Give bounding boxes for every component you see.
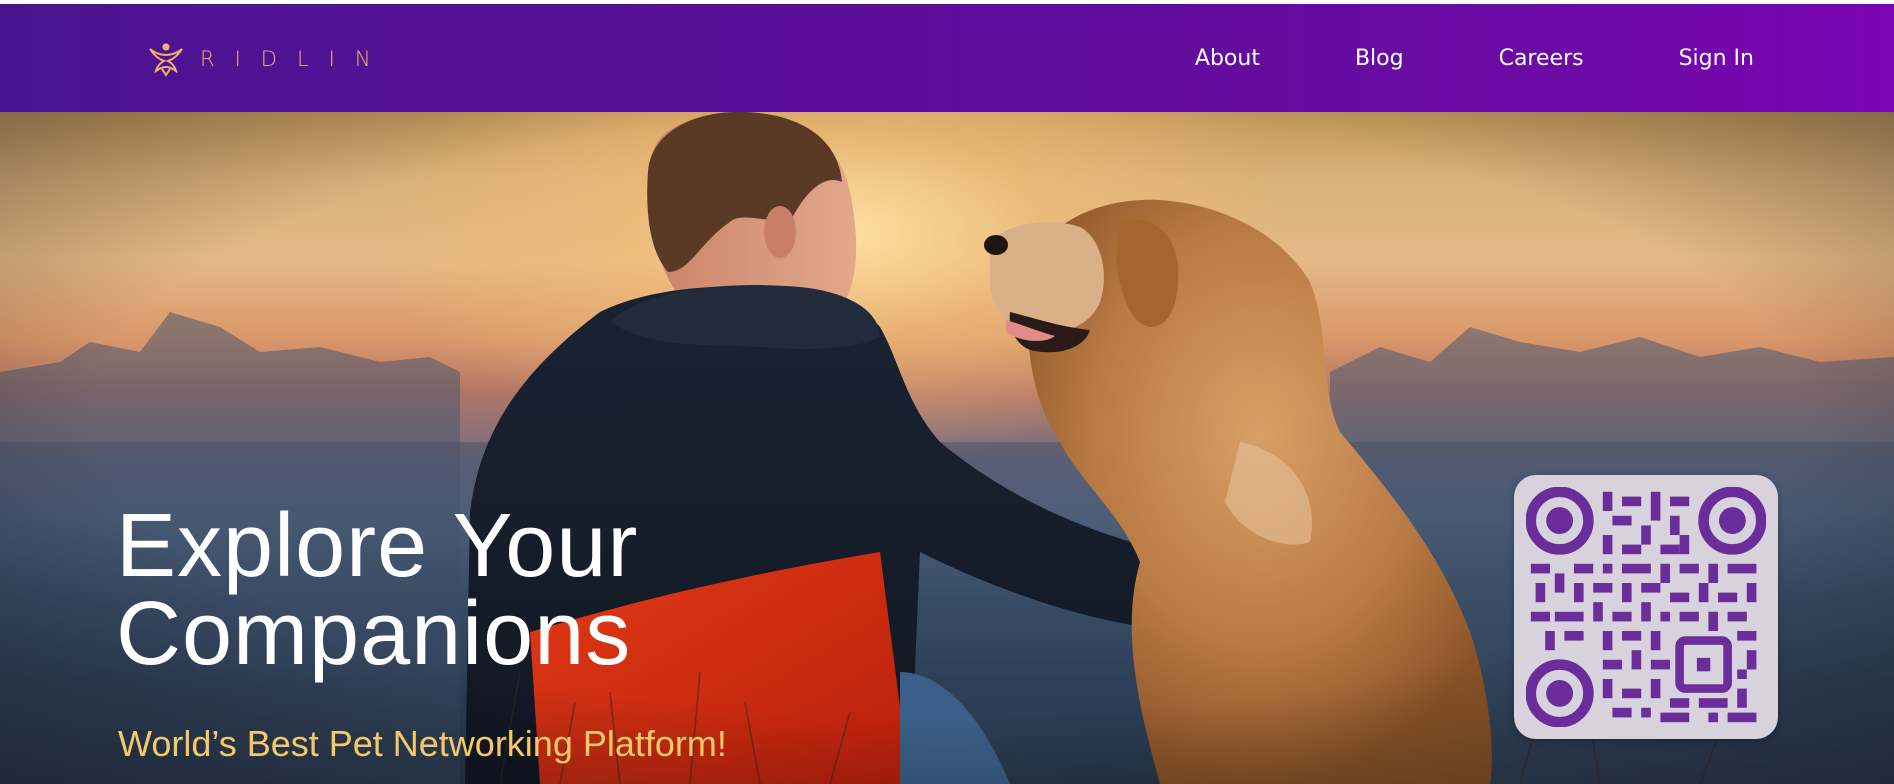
logo-wordmark: RIDLIN [200,47,391,71]
hero-title-line-1: Explore Your [116,496,639,596]
hero-section: Explore Your Companions World’s Best Pet… [0,112,1894,784]
nav-link-sign-in[interactable]: Sign In [1679,46,1754,71]
nav-link-careers[interactable]: Careers [1499,46,1584,71]
ridlin-logo-link[interactable]: RIDLIN [148,41,391,77]
hero-title: Explore Your Companions [116,496,816,684]
nav-link-blog[interactable]: Blog [1355,46,1404,71]
qr-code-card[interactable] [1514,475,1778,739]
qr-code-icon [1526,487,1766,727]
primary-nav: About Blog Careers Sign In [1100,4,1754,112]
ridlin-logo-mark-icon [149,43,183,77]
top-navigation-bar: RIDLIN About Blog Careers Sign In [0,4,1894,112]
hero-title-line-2: Companions [116,584,632,684]
hero-subtitle: World’s Best Pet Networking Platform! [118,723,727,764]
nav-link-about[interactable]: About [1195,46,1260,71]
landing-page: RIDLIN About Blog Careers Sign In Explor… [0,0,1894,784]
